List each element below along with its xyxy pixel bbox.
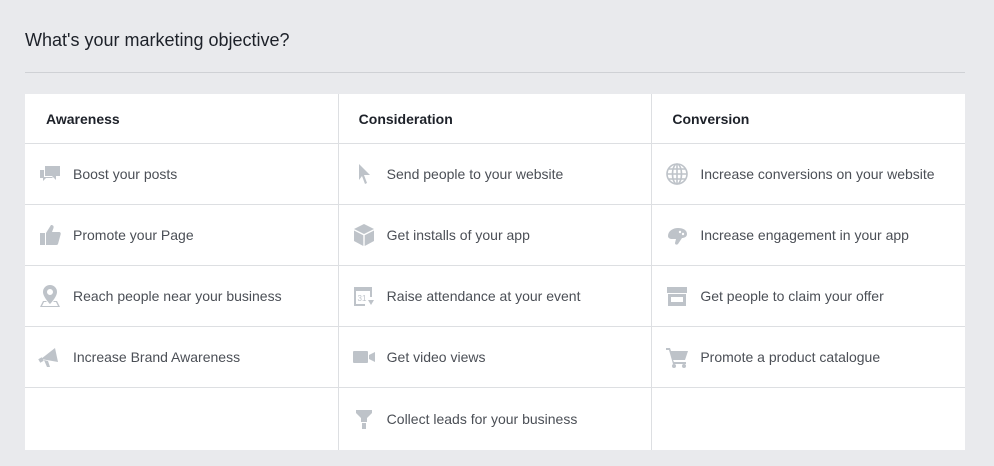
objective-brand-awareness[interactable]: Increase Brand Awareness: [25, 327, 338, 388]
objective-grid: Awareness Boost your posts Promote your …: [25, 94, 966, 450]
objective-boost-posts[interactable]: Boost your posts: [25, 144, 338, 205]
divider: [25, 72, 965, 73]
video-camera-icon: [351, 345, 377, 369]
objective-conversions[interactable]: Increase conversions on your website: [652, 144, 966, 205]
objective-label: Increase Brand Awareness: [73, 349, 241, 365]
objective-label: Get people to claim your offer: [700, 288, 884, 304]
column-conversion: Conversion Increase conversions on your …: [652, 94, 966, 450]
cursor-icon: [351, 162, 377, 186]
objective-label: Send people to your website: [386, 166, 564, 182]
map-pin-icon: [37, 284, 63, 308]
column-consideration: Consideration Send people to your websit…: [338, 94, 653, 450]
objective-product-catalogue[interactable]: Promote a product catalogue: [652, 327, 966, 388]
objective-label: Collect leads for your business: [386, 410, 578, 427]
calendar-date-text: 31: [357, 294, 366, 303]
speech-bubbles-icon: [37, 162, 63, 186]
globe-icon: [664, 162, 690, 186]
objective-label: Promote a product catalogue: [700, 349, 881, 365]
empty-cell: [25, 388, 338, 449]
thumbs-up-icon: [37, 223, 63, 247]
objective-label: Boost your posts: [73, 166, 178, 182]
shopping-cart-icon: [664, 345, 690, 369]
column-heading: Consideration: [338, 94, 652, 144]
objective-offer-claims[interactable]: Get people to claim your offer: [652, 266, 966, 327]
calendar-icon: 31: [351, 284, 377, 308]
objective-label: Get video views: [386, 349, 486, 365]
objective-label: Promote your Page: [73, 227, 194, 243]
package-icon: [351, 223, 377, 247]
objective-app-engagement[interactable]: Increase engagement in your app: [652, 205, 966, 266]
storefront-icon: [664, 284, 690, 308]
objective-label: Reach people near your business: [73, 288, 282, 304]
column-heading: Awareness: [25, 94, 338, 144]
objective-event-responses[interactable]: 31 Raise attendance at your event: [338, 266, 652, 327]
column-awareness: Awareness Boost your posts Promote your …: [25, 94, 339, 450]
objective-label: Raise attendance at your event: [386, 288, 581, 304]
objective-app-installs[interactable]: Get installs of your app: [338, 205, 652, 266]
objective-label: Increase conversions on your website: [700, 166, 935, 182]
column-heading: Conversion: [652, 94, 966, 144]
funnel-icon: [351, 407, 377, 431]
objective-lead-generation[interactable]: Collect leads for your business: [339, 388, 652, 449]
objective-label: Increase engagement in your app: [700, 227, 909, 243]
objective-website-traffic[interactable]: Send people to your website: [338, 144, 652, 205]
objective-promote-page[interactable]: Promote your Page: [25, 205, 338, 266]
objective-label: Get installs of your app: [386, 227, 530, 243]
megaphone-icon: [37, 345, 63, 369]
page-title: What's your marketing objective?: [25, 30, 290, 50]
game-controller-icon: [664, 223, 690, 247]
objective-reach-local[interactable]: Reach people near your business: [25, 266, 338, 327]
empty-cell: [652, 388, 965, 449]
objective-video-views[interactable]: Get video views: [338, 327, 652, 388]
